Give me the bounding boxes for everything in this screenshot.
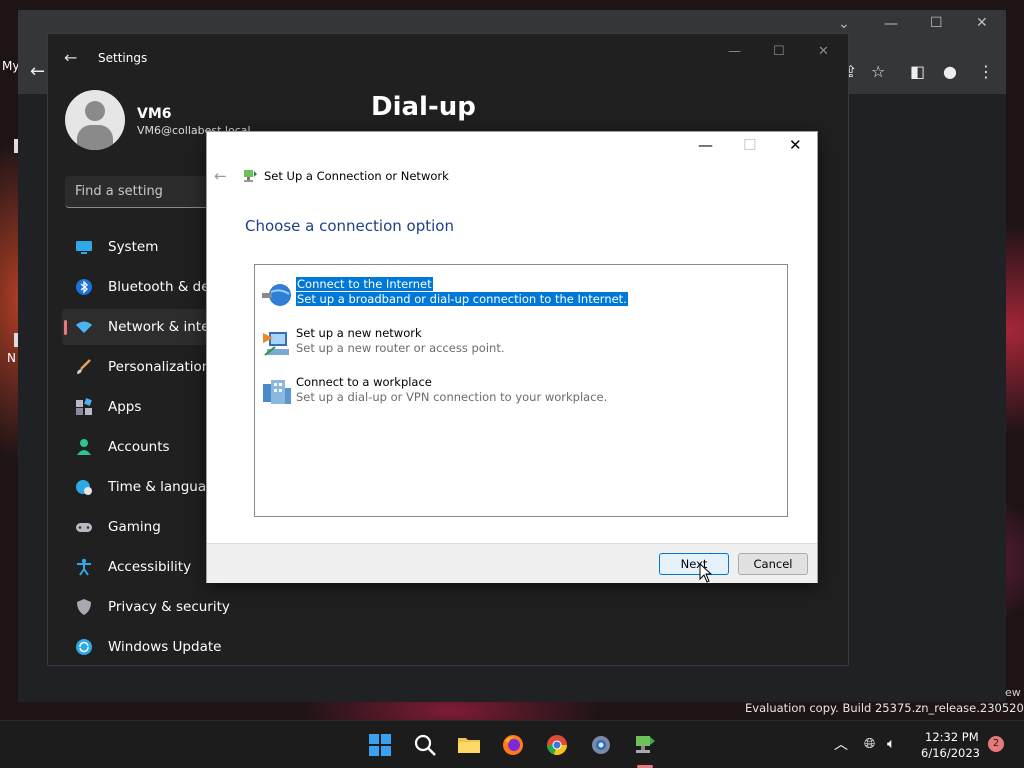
menu-dots-icon[interactable]: ⋮ — [978, 62, 994, 81]
sidebar-item-label: Accounts — [108, 439, 170, 455]
workplace-icon — [263, 380, 291, 404]
back-arrow-icon[interactable]: ← — [64, 48, 77, 67]
evaluation-watermark: Evaluation copy. Build 25375.zn_release.… — [745, 701, 1024, 715]
chrome-icon[interactable] — [545, 733, 569, 757]
page-title: Dial-up — [371, 92, 476, 122]
network-globe-icon[interactable]: 🌐︎ — [864, 736, 875, 752]
globe-icon — [262, 284, 291, 306]
windows-start-icon[interactable] — [368, 733, 392, 757]
arrow-left-icon[interactable]: ← — [30, 61, 45, 82]
bluetooth-icon — [76, 279, 92, 295]
close-icon[interactable]: ✕ — [976, 15, 988, 31]
gamepad-icon — [76, 523, 92, 532]
sidebar-item-label: Windows Update — [108, 639, 222, 655]
person-icon — [77, 439, 91, 455]
apps-icon — [76, 398, 92, 415]
settings-titlebar: ← Settings — ☐ ✕ — [48, 34, 848, 82]
desktop-icon-label[interactable]: N — [7, 351, 16, 365]
avatar[interactable] — [65, 90, 125, 150]
maximize-icon[interactable]: ☐ — [930, 15, 943, 31]
firefox-icon[interactable] — [501, 733, 525, 757]
search-placeholder: Find a setting — [75, 184, 163, 199]
dialog-heading: Choose a connection option — [245, 217, 454, 235]
volume-icon[interactable]: 🔈︎ — [887, 736, 895, 752]
option-description: Set up a new router or access point. — [296, 341, 505, 355]
sidebar-item-label: Accessibility — [108, 559, 192, 575]
notification-badge[interactable]: 2 — [988, 736, 1004, 752]
network-setup-icon[interactable] — [633, 733, 657, 757]
sidebar-item-label: Apps — [108, 399, 142, 415]
connection-options-list: Connect to the Internet Set up a broadba… — [254, 264, 788, 517]
shield-icon — [77, 599, 91, 615]
network-setup-icon — [244, 170, 257, 182]
cancel-button[interactable]: Cancel — [738, 553, 808, 575]
dialog-footer: Next Cancel — [207, 543, 817, 583]
option-title: Connect to a workplace — [296, 375, 432, 389]
accessibility-icon — [77, 558, 91, 576]
sidepanel-icon[interactable]: ◧ — [910, 62, 925, 81]
taskbar: ︿ 🌐︎ 🔈︎ 12:32 PM 6/16/2023 2 — [0, 720, 1024, 768]
chevron-up-icon[interactable]: ︿ — [834, 734, 848, 754]
wifi-icon — [76, 321, 92, 333]
minimize-icon[interactable]: — — [698, 136, 713, 154]
globe-clock-icon — [76, 480, 92, 495]
monitor-icon — [76, 241, 92, 254]
mouse-cursor-icon — [699, 563, 713, 583]
profile-icon[interactable]: ● — [943, 62, 957, 81]
clock-time[interactable]: 12:32 PM — [925, 730, 979, 744]
minimize-icon[interactable]: — — [728, 44, 741, 59]
sidebar-item-label: Personalization — [108, 359, 211, 375]
option-title: Set up a new network — [296, 326, 422, 340]
sidebar-item-label: System — [108, 239, 159, 255]
option-new-network[interactable]: Set up a new network Set up a new router… — [259, 325, 779, 363]
settings-gear-icon[interactable] — [589, 733, 613, 757]
sidebar-item-label: Gaming — [108, 519, 161, 535]
close-icon[interactable]: ✕ — [818, 44, 829, 59]
search-icon[interactable] — [413, 733, 437, 757]
brush-icon — [77, 359, 91, 374]
sidebar-item-privacy[interactable]: Privacy & security — [62, 589, 262, 625]
close-icon[interactable]: ✕ — [789, 136, 802, 154]
maximize-icon[interactable]: ☐ — [773, 44, 785, 59]
dialog-title: Set Up a Connection or Network — [264, 169, 449, 183]
settings-title: Settings — [98, 51, 148, 65]
update-icon — [76, 639, 92, 655]
watermark-fragment: ew — [1005, 686, 1021, 699]
clock-date[interactable]: 6/16/2023 — [921, 746, 980, 760]
back-arrow-icon[interactable]: ← — [214, 167, 227, 185]
next-button[interactable]: Next — [659, 553, 729, 575]
desktop-icon-label[interactable]: My — [2, 59, 19, 73]
option-connect-internet[interactable]: Connect to the Internet Set up a broadba… — [259, 276, 779, 314]
sidebar-item-windows-update[interactable]: Windows Update — [62, 629, 262, 665]
option-connect-workplace[interactable]: Connect to a workplace Set up a dial-up … — [259, 374, 779, 412]
star-icon[interactable]: ☆ — [871, 62, 885, 81]
minimize-icon[interactable]: — — [884, 16, 898, 32]
user-name: VM6 — [137, 106, 172, 122]
connection-setup-dialog: — ☐ ✕ ← Set Up a Connection or Network C… — [206, 131, 818, 583]
option-title: Connect to the Internet — [296, 277, 433, 291]
option-description: Set up a broadband or dial-up connection… — [296, 292, 628, 306]
maximize-icon: ☐ — [743, 136, 757, 154]
router-icon — [263, 332, 289, 356]
file-explorer-icon[interactable] — [457, 733, 481, 757]
option-description: Set up a dial-up or VPN connection to yo… — [296, 390, 608, 404]
selection-indicator — [64, 320, 67, 335]
sidebar-item-label: Privacy & security — [108, 599, 230, 615]
chevron-down-icon[interactable]: ⌄ — [838, 16, 850, 32]
